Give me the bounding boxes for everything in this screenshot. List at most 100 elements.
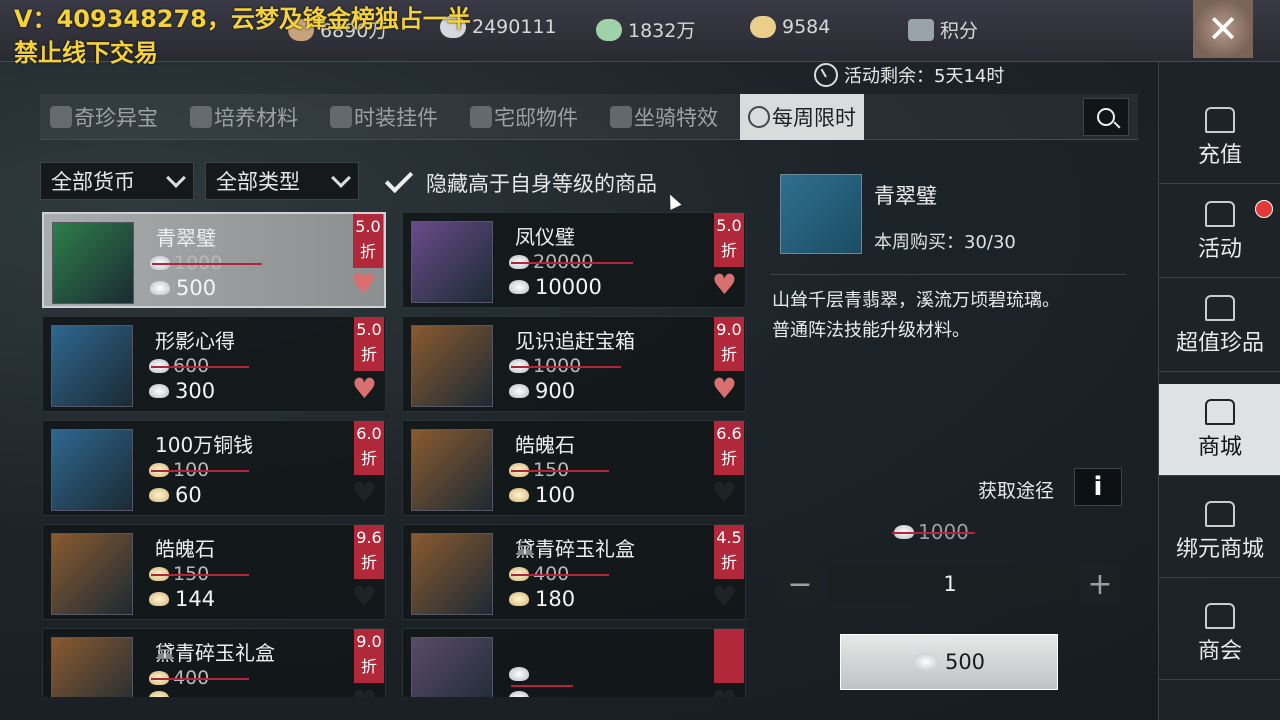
detail-purchase-limit: 本周购买：30/30 xyxy=(874,232,1016,253)
right-nav: 充值 活动 超值珍品 商城 绑元商城 商会 xyxy=(1158,62,1280,720)
favorite-heart-icon[interactable]: ♥ xyxy=(712,687,737,698)
buy-button[interactable]: 500 xyxy=(840,634,1058,690)
resource-jade: 1832万 xyxy=(596,16,695,43)
tab-materials[interactable]: 培养材料 xyxy=(190,94,298,140)
item-grid: 青翠璧 1000 500 5.0 折 ♥ 凤仪璧 20000 10000 5.0 折 ♥ 形影心得 600… xyxy=(42,212,750,697)
item-original-price: 400 xyxy=(149,667,250,689)
tab-treasures[interactable]: 奇珍异宝 xyxy=(50,94,158,140)
nav-shop[interactable]: 商城 xyxy=(1159,384,1280,476)
gold-ingot-icon xyxy=(509,488,529,502)
item-card[interactable]: 见识追赶宝箱 1000 900 9.0 折 ♥ xyxy=(402,316,746,412)
gold-ingot-icon xyxy=(149,592,169,606)
item-original-price xyxy=(509,667,573,687)
item-card[interactable]: 青翠璧 1000 500 5.0 折 ♥ xyxy=(42,212,386,308)
detail-item-image xyxy=(780,174,862,254)
search-icon xyxy=(1097,108,1115,126)
favorite-heart-icon[interactable]: ♥ xyxy=(352,583,377,611)
nav-bound-shop[interactable]: 绑元商城 xyxy=(1159,486,1280,578)
item-card[interactable]: 100万铜钱 100 60 6.0 折 ♥ xyxy=(42,420,386,516)
discount-badge: 9.6 折 xyxy=(354,525,384,579)
tab-mounts[interactable]: 坐骑特效 xyxy=(610,94,718,140)
item-original-price: 1000 xyxy=(509,355,623,377)
close-button[interactable]: ✕ xyxy=(1193,0,1253,58)
nav-value-treasures[interactable]: 超值珍品 xyxy=(1159,280,1280,372)
silver-ingot-icon xyxy=(509,280,529,294)
horse-icon xyxy=(610,106,632,128)
item-card[interactable]: 黛青碎玉礼盒 400 180 4.5 折 ♥ xyxy=(402,524,746,620)
item-name: 皓魄石 xyxy=(155,537,215,561)
nav-guild[interactable]: 商会 xyxy=(1159,588,1280,680)
item-card[interactable]: 皓魄石 150 144 9.6 折 ♥ xyxy=(42,524,386,620)
item-name: 100万铜钱 xyxy=(155,433,254,457)
item-original-price: 400 xyxy=(509,563,610,585)
gem-icon xyxy=(50,106,72,128)
silver-ingot-icon xyxy=(149,384,169,398)
robe-icon xyxy=(330,106,352,128)
favorite-heart-icon[interactable]: ♥ xyxy=(712,375,737,403)
item-card[interactable]: 凤仪璧 20000 10000 5.0 折 ♥ xyxy=(402,212,746,308)
points-button[interactable]: 积分 xyxy=(908,16,978,43)
item-card[interactable]: ♥ xyxy=(402,628,746,697)
tab-fashion[interactable]: 时装挂件 xyxy=(330,94,438,140)
quantity-value[interactable]: 1 xyxy=(830,564,1070,604)
pavilion-icon xyxy=(1205,294,1235,321)
discount-badge: 5.0 折 xyxy=(353,214,383,268)
silver-ingot-icon xyxy=(509,384,529,398)
notification-dot xyxy=(1255,200,1273,218)
tab-weekly-limited[interactable]: 每周限时 xyxy=(740,94,864,140)
info-button[interactable]: i xyxy=(1074,468,1122,506)
detail-description: 山耸千层青翡翠，溪流万顷碧琉璃。 普通阵法技能升级材料。 xyxy=(772,290,1060,341)
item-price: 60 xyxy=(149,483,202,507)
divider xyxy=(770,274,1126,275)
close-icon: ✕ xyxy=(1207,7,1239,51)
item-original-price: 1000 xyxy=(150,252,264,274)
item-card[interactable]: 皓魄石 150 100 6.6 折 ♥ xyxy=(402,420,746,516)
gold-ingot-icon xyxy=(509,592,529,606)
item-image xyxy=(411,221,493,303)
item-price: 100 xyxy=(509,483,575,507)
item-original-price: 100 xyxy=(149,459,250,481)
favorite-heart-icon[interactable]: ♥ xyxy=(352,687,377,698)
item-card[interactable]: 黛青碎玉礼盒400 9.0折 ♥ xyxy=(42,628,386,697)
chevron-down-icon xyxy=(331,168,351,188)
hide-higher-level-checkbox[interactable] xyxy=(382,164,414,196)
item-name: 青翠璧 xyxy=(156,226,216,250)
item-image xyxy=(51,637,133,697)
discount-badge: 9.0 折 xyxy=(714,317,744,371)
item-image xyxy=(411,325,493,407)
discount-badge xyxy=(714,629,744,683)
favorite-heart-icon[interactable]: ♥ xyxy=(352,479,377,507)
item-image xyxy=(411,429,493,511)
favorite-heart-icon[interactable]: ♥ xyxy=(712,479,737,507)
source-label: 获取途径 xyxy=(978,480,1055,502)
item-name: 见识追赶宝箱 xyxy=(515,329,635,353)
type-dropdown[interactable]: 全部类型 xyxy=(205,162,359,200)
search-button[interactable] xyxy=(1083,98,1129,136)
tab-housing[interactable]: 宅邸物件 xyxy=(470,94,578,140)
favorite-heart-icon[interactable]: ♥ xyxy=(351,270,376,298)
item-image xyxy=(51,533,133,615)
points-icon xyxy=(908,18,934,41)
favorite-heart-icon[interactable]: ♥ xyxy=(712,583,737,611)
item-card[interactable]: 形影心得 600 300 5.0 折 ♥ xyxy=(42,316,386,412)
detail-item-name: 青翠璧 xyxy=(874,184,937,208)
discount-badge: 5.0 折 xyxy=(354,317,384,371)
favorite-heart-icon[interactable]: ♥ xyxy=(712,271,737,299)
mouse-cursor xyxy=(664,192,682,210)
item-original-price: 150 xyxy=(149,563,250,585)
favorite-heart-icon[interactable]: ♥ xyxy=(352,375,377,403)
item-name: 形影心得 xyxy=(155,329,235,353)
currency-dropdown[interactable]: 全部货币 xyxy=(40,162,194,200)
item-name: 凤仪璧 xyxy=(515,225,575,249)
nav-recharge[interactable]: 充值 xyxy=(1159,92,1280,184)
decrease-quantity-button[interactable]: − xyxy=(780,564,820,604)
discount-badge: 4.5 折 xyxy=(714,525,744,579)
increase-quantity-button[interactable]: + xyxy=(1080,564,1120,604)
item-image xyxy=(52,222,134,304)
watermark: V：409348278，云梦及锋金榜独占一半 禁止线下交易 xyxy=(14,5,471,67)
shop-icon xyxy=(1205,398,1235,425)
item-detail-panel: 青翠璧 本周购买：30/30 山耸千层青翡翠，溪流万顷碧琉璃。 普通阵法技能升级… xyxy=(760,158,1138,698)
detail-original-price: 1000 xyxy=(892,520,975,544)
jade-icon xyxy=(596,18,622,41)
item-price: 900 xyxy=(509,379,575,403)
